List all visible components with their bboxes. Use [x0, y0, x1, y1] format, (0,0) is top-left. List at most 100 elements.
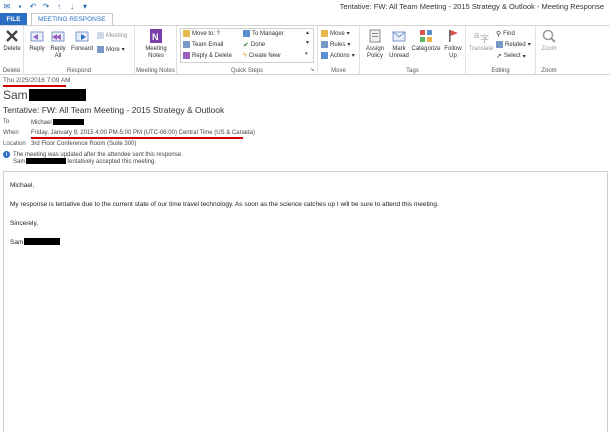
quick-step-to-manager[interactable]: To Manager	[243, 30, 284, 37]
scroll-down-icon: ▼	[305, 40, 310, 46]
assign-policy-button[interactable]: Assign Policy	[363, 28, 387, 60]
more-button[interactable]: More ▾	[97, 46, 125, 53]
svg-text:N: N	[152, 32, 159, 42]
redaction-bar	[26, 158, 67, 164]
actions-icon	[321, 52, 328, 59]
redo-icon[interactable]: ↷	[41, 1, 51, 11]
info-response-line: Sam tentatively accepted this meeting.	[13, 158, 157, 165]
more-icon	[97, 46, 104, 53]
quick-step-reply-delete[interactable]: Reply & Delete	[183, 52, 232, 59]
location-label: Location	[3, 141, 26, 147]
delete-button[interactable]: Delete	[2, 28, 22, 53]
mark-unread-icon	[392, 31, 406, 42]
to-value[interactable]: Michael	[31, 119, 84, 126]
redaction-bar	[24, 238, 61, 245]
related-button[interactable]: Related ▾	[496, 41, 531, 48]
quick-access-toolbar: ✉ ▪ ↶ ↷ ↑ ↓ ▾	[2, 1, 90, 11]
redaction-bar	[52, 119, 84, 125]
translate-icon: a字	[474, 30, 489, 44]
tab-meeting-response[interactable]: MEETING RESPONSE	[31, 13, 113, 25]
meeting-icon	[97, 32, 104, 39]
policy-icon	[369, 29, 381, 43]
quick-steps-expand[interactable]: ▾	[305, 51, 308, 57]
group-editing: a字 Translate ⚲ Find Related ▾ ➚ Select ▾ E…	[466, 26, 536, 75]
greeting: Michael,	[10, 182, 35, 189]
save-icon[interactable]: ▪	[15, 1, 25, 11]
cursor-icon: ➚	[496, 53, 502, 60]
flag-icon	[449, 30, 458, 42]
categorize-button[interactable]: Categorize	[411, 28, 441, 53]
quick-steps-scroll-up[interactable]: ▲	[305, 30, 310, 36]
reply-button[interactable]: Reply	[27, 28, 47, 53]
group-delete: Delete Delete	[0, 26, 24, 75]
dropdown-arrow-icon: ▾	[121, 47, 125, 53]
group-respond: Reply Reply All Forward Meeting More ▾ Re…	[24, 26, 135, 75]
group-quick-steps: Move to: ? Team Email Reply & Delete To …	[177, 26, 318, 75]
select-button[interactable]: ➚ Select ▾	[496, 52, 526, 60]
message-body[interactable]: Michael, My response is tentative due to…	[3, 171, 608, 432]
up-arrow-icon[interactable]: ↑	[54, 1, 64, 11]
when-value: Friday, January 9, 2015 4:00 PM-5:00 PM …	[31, 130, 255, 136]
sender-name: Sam	[3, 88, 86, 102]
related-icon	[496, 41, 503, 48]
zoom-button[interactable]: Zoom	[539, 28, 559, 53]
categorize-icon	[420, 30, 432, 42]
location-value: 3rd Floor Conference Room (Suite 300)	[31, 141, 137, 147]
redaction-bar	[28, 89, 86, 101]
find-button[interactable]: ⚲ Find	[496, 30, 515, 38]
quick-step-create-new[interactable]: ϟ Create New	[243, 52, 280, 59]
message-subject: Tentative: FW: All Team Meeting - 2015 S…	[3, 105, 225, 115]
rules-button[interactable]: Rules ▾	[321, 41, 350, 48]
quick-step-team-email[interactable]: Team Email	[183, 41, 223, 48]
signature: Sam	[10, 238, 61, 246]
binoculars-icon: ⚲	[496, 31, 502, 38]
folder-arrow-icon	[183, 30, 190, 37]
highlight-underline-when	[31, 137, 243, 139]
window-title: Tentative: FW: All Team Meeting - 2015 S…	[339, 2, 604, 11]
scroll-up-icon: ▲	[305, 30, 310, 36]
move-folder-icon	[321, 30, 328, 37]
quick-step-move-to[interactable]: Move to: ?	[183, 30, 220, 37]
group-tags: Assign Policy Mark Unread Categorize Fol…	[360, 26, 466, 75]
ribbon: Delete Delete Reply Reply All Forward Me…	[0, 25, 610, 75]
onenote-icon: N	[150, 29, 162, 43]
mark-unread-button[interactable]: Mark Unread	[388, 28, 410, 60]
move-button[interactable]: Move ▾	[321, 30, 350, 37]
to-label: To	[3, 119, 10, 125]
down-arrow-icon[interactable]: ↓	[67, 1, 77, 11]
group-move: Move ▾ Rules ▾ Actions ▾ Move	[318, 26, 360, 75]
translate-button[interactable]: a字 Translate	[468, 28, 494, 53]
forward-icon	[75, 31, 89, 42]
tab-file[interactable]: FILE	[0, 13, 27, 25]
reply-all-icon	[51, 31, 65, 42]
reply-all-button[interactable]: Reply All	[48, 28, 68, 60]
actions-button[interactable]: Actions ▾	[321, 52, 355, 59]
svg-text:字: 字	[480, 33, 489, 44]
follow-up-button[interactable]: Follow Up	[442, 28, 464, 60]
info-bar: i The meeting was updated after the atte…	[3, 151, 183, 158]
customize-icon[interactable]: ▾	[80, 1, 90, 11]
magnifier-icon	[542, 29, 556, 43]
info-icon: i	[3, 151, 10, 158]
forward-button[interactable]: Forward	[69, 28, 95, 53]
svg-text:a: a	[474, 30, 479, 40]
expand-gallery-icon: ▾	[305, 51, 308, 57]
ribbon-tabs: FILE MEETING RESPONSE	[0, 13, 610, 25]
received-date: Thu 2/25/2016 7:09 AM	[3, 77, 71, 84]
checkmark-icon: ✔	[243, 42, 249, 49]
envelope-icon[interactable]: ✉	[2, 1, 12, 11]
closing: Sincerely,	[10, 220, 39, 227]
delete-x-icon	[6, 30, 18, 42]
highlight-underline-date	[3, 85, 66, 87]
undo-icon[interactable]: ↶	[28, 1, 38, 11]
group-meeting-notes: N Meeting Notes Meeting Notes	[135, 26, 177, 75]
rules-icon	[321, 41, 328, 48]
reply-delete-icon	[183, 52, 190, 59]
title-bar: ✉ ▪ ↶ ↷ ↑ ↓ ▾ Tentative: FW: All Team Me…	[0, 0, 610, 13]
quick-steps-scroll-down[interactable]: ▼	[305, 40, 310, 46]
meeting-notes-button[interactable]: N Meeting Notes	[141, 28, 171, 60]
when-label: When	[3, 130, 19, 136]
reply-icon	[30, 31, 44, 42]
quick-step-done[interactable]: ✔ Done	[243, 41, 265, 49]
meeting-button[interactable]: Meeting	[97, 32, 127, 39]
